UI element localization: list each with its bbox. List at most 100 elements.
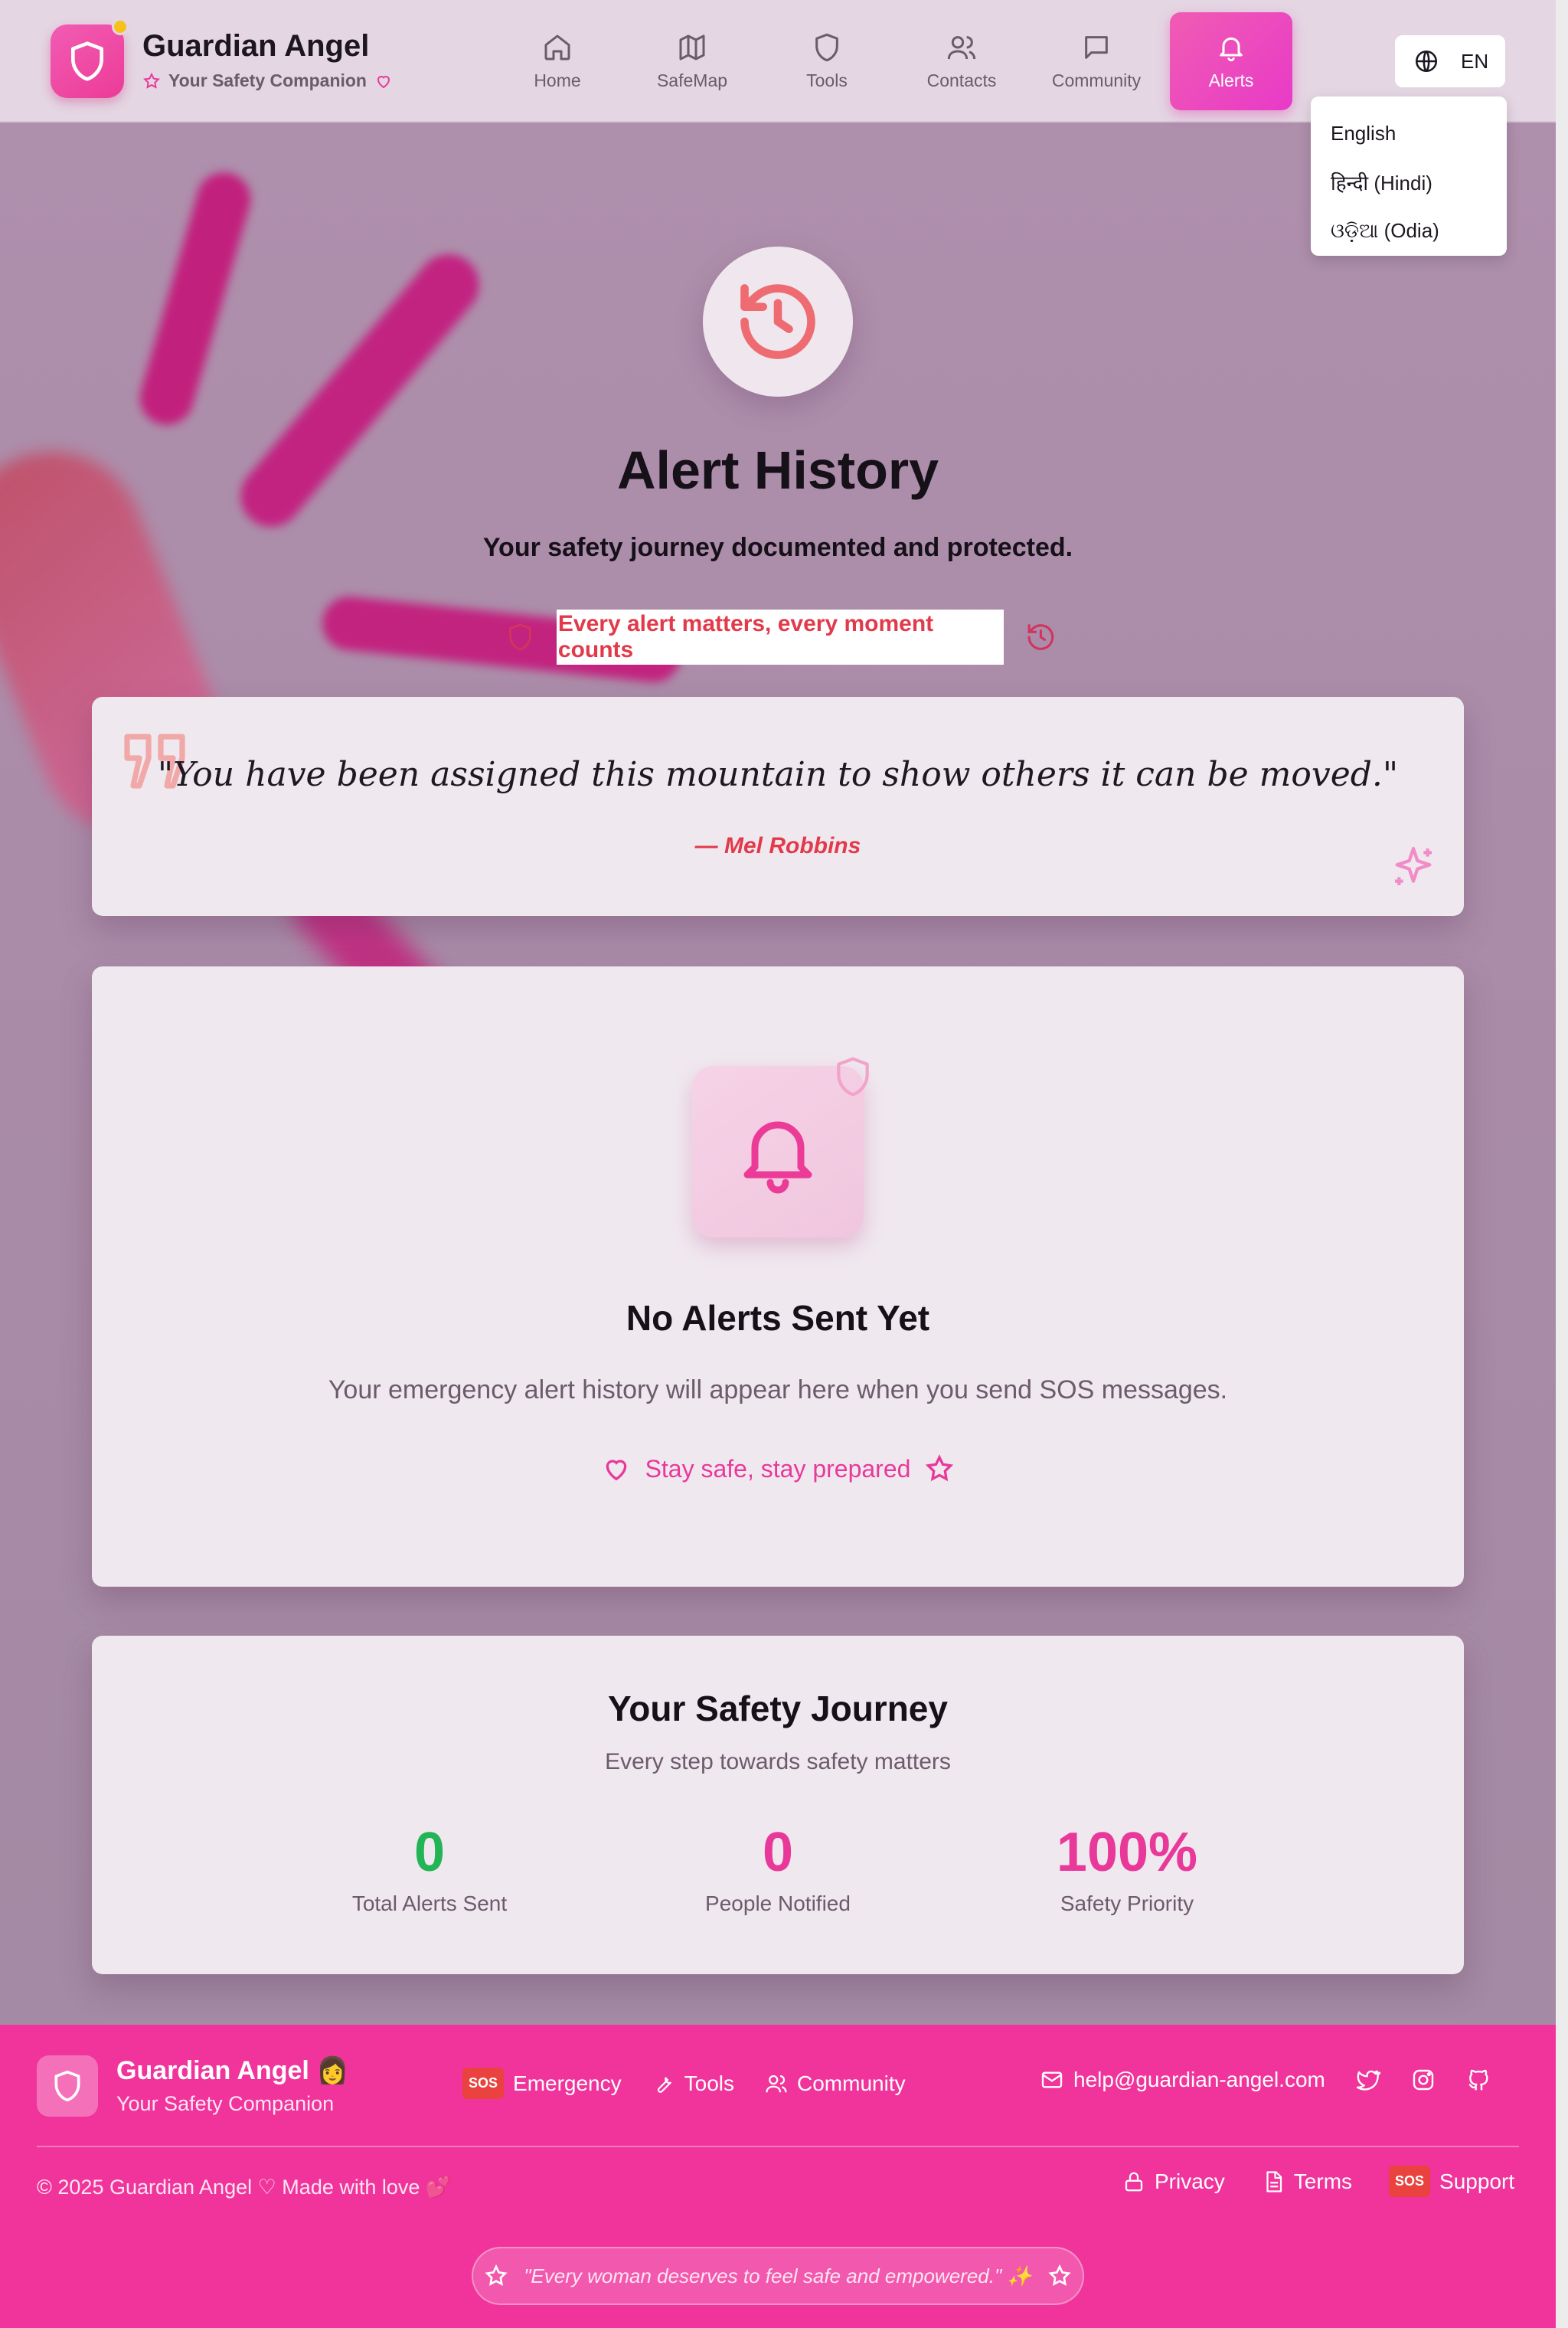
nav-contacts[interactable]: Contacts xyxy=(894,12,1029,110)
footer-link-terms[interactable]: Terms xyxy=(1262,2169,1352,2194)
footer-link-community[interactable]: Community xyxy=(765,2071,906,2096)
language-current: EN xyxy=(1461,49,1489,73)
page-scrollbar[interactable] xyxy=(1556,0,1568,2328)
language-option-english[interactable]: English xyxy=(1311,109,1507,158)
nav-community-label: Community xyxy=(1051,70,1142,90)
footer-email-link[interactable]: help@guardian-angel.com xyxy=(1040,2068,1325,2092)
language-option-hindi[interactable]: हिन्दी (Hindi) xyxy=(1311,158,1507,207)
alerts-empty-state: No Alerts Sent Yet Your emergency alert … xyxy=(92,966,1464,1587)
stat-total-alerts: 0 Total Alerts Sent xyxy=(276,1821,583,1916)
bell-icon xyxy=(743,1121,812,1194)
shield-icon xyxy=(71,41,104,81)
stat-safety-priority: 100% Safety Priority xyxy=(974,1821,1280,1916)
nav-tools-label: Tools xyxy=(806,70,848,90)
main-nav: Home SafeMap Tools Contacts Community Al… xyxy=(490,12,1292,110)
footer-link-support[interactable]: SOS Support xyxy=(1389,2166,1514,2197)
twitter-icon[interactable] xyxy=(1356,2068,1380,2092)
footer-legal-links: Privacy Terms SOS Support xyxy=(1122,2166,1514,2197)
language-selector[interactable]: EN xyxy=(1393,34,1507,89)
hero-tagline: Every alert matters, every moment counts xyxy=(505,610,1057,665)
wrench-icon xyxy=(657,2076,671,2093)
star-icon xyxy=(485,2264,508,2286)
hero-tagline-text: Every alert matters, every moment counts xyxy=(556,610,1004,665)
nav-alerts[interactable]: Alerts xyxy=(1170,12,1292,110)
status-dot xyxy=(112,18,129,35)
globe-icon xyxy=(1415,50,1438,73)
heart-icon xyxy=(606,1460,626,1481)
stat-label: Safety Priority xyxy=(1060,1892,1194,1915)
page-title: Alert History xyxy=(616,440,939,500)
footer-link-emergency[interactable]: SOS Emergency xyxy=(462,2068,622,2099)
shield-icon xyxy=(837,1057,869,1097)
footer-logo[interactable] xyxy=(37,2055,98,2117)
footer-link-label: Emergency xyxy=(513,2071,622,2095)
star-icon xyxy=(1048,2264,1071,2286)
brand-subtitle: Your Safety Companion xyxy=(142,70,393,91)
footer-link-label: Tools xyxy=(684,2071,735,2095)
history-icon xyxy=(740,284,815,359)
bell-icon xyxy=(1220,37,1243,61)
brand-logo[interactable] xyxy=(51,25,124,98)
footer-subtitle: Your Safety Companion xyxy=(116,2092,335,2115)
footer-divider xyxy=(37,2146,1519,2147)
footer-link-tools[interactable]: Tools xyxy=(652,2071,734,2096)
sparkles-icon xyxy=(1395,846,1432,885)
github-icon[interactable] xyxy=(1466,2068,1491,2092)
shield-icon xyxy=(54,2070,80,2102)
shield-icon xyxy=(815,33,838,61)
shield-icon xyxy=(509,623,531,651)
safety-journey-card: Your Safety Journey Every step towards s… xyxy=(92,1636,1464,1974)
nav-contacts-label: Contacts xyxy=(926,70,997,90)
nav-tools[interactable]: Tools xyxy=(760,12,894,110)
journey-title: Your Safety Journey xyxy=(608,1689,948,1728)
stat-value: 0 xyxy=(762,1822,794,1883)
footer-link-label: Privacy xyxy=(1155,2169,1225,2193)
footer-title: Guardian Angel 👩 xyxy=(116,2056,349,2085)
empty-state-description: Your emergency alert history will appear… xyxy=(328,1375,1228,1404)
stat-label: Total Alerts Sent xyxy=(351,1892,508,1915)
site-footer: Guardian Angel 👩 Your Safety Companion S… xyxy=(0,2025,1556,2328)
sos-icon: SOS xyxy=(1389,2166,1431,2197)
nav-home-label: Home xyxy=(534,70,581,90)
stat-people-notified: 0 People Notified xyxy=(625,1821,931,1916)
sos-icon: SOS xyxy=(462,2068,505,2099)
footer-link-privacy[interactable]: Privacy xyxy=(1122,2169,1225,2194)
instagram-icon[interactable] xyxy=(1411,2068,1436,2092)
footer-link-label: Support xyxy=(1439,2169,1515,2193)
quote-card: "You have been assigned this mountain to… xyxy=(92,697,1464,916)
stat-value: 0 xyxy=(413,1822,446,1883)
footer-copyright: © 2025 Guardian Angel ♡ Made with love 💕 xyxy=(37,2176,452,2199)
star-icon xyxy=(143,72,160,89)
footer-link-label: Community xyxy=(797,2071,906,2095)
language-dropdown: English हिन्दी (Hindi) ଓଡ଼ିଆ (Odia) xyxy=(1311,96,1507,256)
nav-community[interactable]: Community xyxy=(1029,12,1164,110)
quote-text: "You have been assigned this mountain to… xyxy=(157,755,1399,794)
home-icon xyxy=(544,34,570,60)
heart-icon xyxy=(377,75,390,88)
stat-label: People Notified xyxy=(705,1892,851,1915)
empty-state-tagline: Stay safe, stay prepared xyxy=(92,1453,1464,1484)
nav-home[interactable]: Home xyxy=(490,12,625,110)
document-icon xyxy=(1266,2170,1282,2192)
footer-links: SOS Emergency Tools Community xyxy=(462,2068,906,2099)
language-option-odia[interactable]: ଓଡ଼ିଆ (Odia) xyxy=(1311,207,1507,256)
footer-email: help@guardian-angel.com xyxy=(1073,2068,1325,2091)
history-icon-badge xyxy=(703,247,853,397)
journey-subtitle: Every step towards safety matters xyxy=(605,1749,951,1774)
page-subtitle: Your safety journey documented and prote… xyxy=(482,533,1073,562)
stat-value: 100% xyxy=(1056,1822,1198,1883)
map-icon xyxy=(679,34,705,60)
empty-state-title: No Alerts Sent Yet xyxy=(626,1298,930,1338)
brand-title: Guardian Angel xyxy=(142,29,370,63)
history-icon xyxy=(1027,624,1054,650)
empty-state-tagline-text: Stay safe, stay prepared xyxy=(645,1454,911,1483)
mail-icon xyxy=(1041,2071,1063,2088)
lock-icon xyxy=(1125,2172,1143,2191)
nav-safemap-label: SafeMap xyxy=(656,70,728,90)
brand-subtitle-text: Your Safety Companion xyxy=(168,70,367,90)
nav-safemap[interactable]: SafeMap xyxy=(625,12,760,110)
users-icon xyxy=(766,2075,787,2092)
footer-contact: help@guardian-angel.com xyxy=(1040,2068,1491,2092)
star-icon xyxy=(926,1454,954,1482)
footer-motto: "Every woman deserves to feel safe and e… xyxy=(472,2247,1084,2305)
